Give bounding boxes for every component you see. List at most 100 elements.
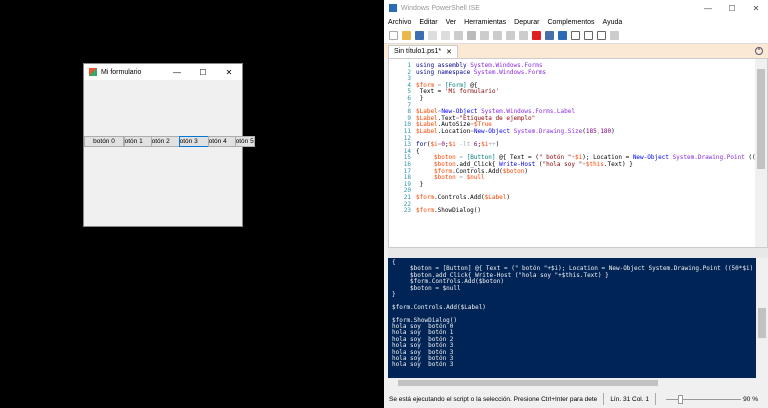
editor-scrollbar[interactable] <box>755 59 767 247</box>
status-bar: Se está ejecutando el script o la selecc… <box>384 390 768 408</box>
pane-splitter[interactable] <box>388 248 768 258</box>
maximize-button[interactable]: ☐ <box>720 4 744 13</box>
code-token: .Text) } <box>603 161 633 168</box>
code-token: .ShowDialog() <box>434 207 482 215</box>
code-line: using namespace System.Windows.Forms <box>416 69 546 76</box>
commands-icon[interactable] <box>610 31 619 40</box>
form-button-3[interactable]: botón 3 <box>179 136 209 147</box>
app-icon <box>89 68 97 76</box>
powershell-console-icon[interactable] <box>558 31 567 40</box>
console-horizontal-scrollbar[interactable] <box>388 378 768 388</box>
code-token: } <box>416 180 424 188</box>
tab-script[interactable]: Sin título1.ps1* ✕ <box>388 45 458 58</box>
code-token: } <box>416 95 424 102</box>
code-token: ) <box>611 128 615 135</box>
ise-title-bar: Windows PowerShell ISE — ☐ ✕ <box>384 0 768 16</box>
form-title: Mi formulario <box>101 68 142 76</box>
menu-item[interactable]: Depurar <box>514 19 539 26</box>
powershell-icon <box>389 4 397 12</box>
layout-right-icon[interactable] <box>584 31 593 40</box>
zoom-slider[interactable] <box>665 394 741 404</box>
stop-icon[interactable] <box>532 31 541 40</box>
cut-icon[interactable] <box>428 31 437 40</box>
code-token: $i <box>448 141 456 149</box>
form-button-5[interactable]: botón 5 <box>235 136 255 147</box>
code-token: ) <box>495 141 500 149</box>
code-token: 185 <box>585 128 597 135</box>
code-token: = <box>455 174 467 182</box>
form-button-1[interactable]: botón 1 <box>124 136 152 147</box>
code-line: $boton = $null <box>416 174 485 181</box>
zoom-level: 90 % <box>743 395 758 403</box>
menu-item[interactable]: Archivo <box>388 19 411 26</box>
menu-item[interactable]: Ayuda <box>603 19 623 26</box>
code-token: 180 <box>600 128 612 135</box>
menu-item[interactable]: Complementos <box>547 19 594 26</box>
code-token: $null <box>466 174 485 182</box>
console-pane[interactable]: { $boton = [Button] @{ Text = (" botón "… <box>388 258 756 378</box>
code-line: $Label.Location=New-Object System.Drawin… <box>416 128 615 135</box>
code-token: ) <box>506 194 510 201</box>
save-icon[interactable] <box>415 31 424 40</box>
code-token: New-Object <box>473 128 514 135</box>
code-token: -lt <box>455 141 474 149</box>
code-line: for($i=0;$i -lt 6;$i++) <box>416 141 499 148</box>
run-selection-icon[interactable] <box>519 31 528 40</box>
code-line: $form.Controls.Add($Label) <box>416 194 510 201</box>
open-icon[interactable] <box>402 31 411 40</box>
code-token: $this <box>585 161 604 168</box>
line-number: 23 <box>403 207 411 215</box>
code-token: $Label <box>416 128 438 135</box>
close-tab-icon[interactable]: ✕ <box>446 48 452 56</box>
code-token: New-Object <box>632 154 673 162</box>
script-editor[interactable]: 1 using assembly System.Windows.Forms 2 usi… <box>388 58 768 248</box>
code-line: } <box>416 180 424 188</box>
code-token: $form <box>416 194 435 201</box>
code-token: using namespace <box>416 68 474 76</box>
code-token: 'Mi formulario' <box>444 88 500 96</box>
form-window: Mi formulario —☐✕ botón 0botón 1botón 2b… <box>83 63 255 227</box>
code-token: ) <box>524 167 529 175</box>
code-token: .Controls.Add( <box>434 194 485 201</box>
run-icon[interactable] <box>506 31 515 40</box>
code-line: Text = 'Mi formulario' <box>416 88 499 95</box>
minimize-button[interactable]: — <box>696 4 720 13</box>
minimize-button[interactable]: — <box>164 68 190 77</box>
code-token: System.Drawing.Point <box>672 154 745 162</box>
status-message: Se está ejecutando el script o la selecc… <box>389 395 598 403</box>
new-icon[interactable] <box>389 31 398 40</box>
collapse-icon[interactable]: ^ <box>755 47 763 55</box>
clear-icon[interactable] <box>467 31 476 40</box>
console-line: hola soy botón 3 <box>392 361 454 369</box>
maximize-button[interactable]: ☐ <box>190 68 216 77</box>
remote-icon[interactable] <box>545 31 554 40</box>
layout-top-icon[interactable] <box>571 31 580 40</box>
code-token: "hola soy " <box>542 161 583 168</box>
form-button-2[interactable]: botón 2 <box>151 136 180 147</box>
close-button[interactable]: ✕ <box>216 68 242 77</box>
tab-label: Sin título1.ps1* <box>394 48 442 55</box>
form-button-4[interactable]: botón 4 <box>208 136 236 147</box>
redo-icon[interactable] <box>493 31 502 40</box>
cursor-position: Lín. 31 Col. 1 <box>610 395 649 403</box>
toolbar <box>384 28 768 44</box>
menu-item[interactable]: Editar <box>419 19 437 26</box>
copy-icon[interactable] <box>441 31 450 40</box>
console-vertical-scrollbar[interactable] <box>756 258 768 378</box>
menu-bar: Archivo Editar Ver Herramientas Depurar Compl… <box>384 16 768 28</box>
code-token: $i <box>430 141 438 149</box>
ise-title: Windows PowerShell ISE <box>401 4 480 12</box>
code-token: $Label <box>484 194 507 201</box>
code-line: $form.ShowDialog() <box>416 207 481 214</box>
menu-item[interactable]: Ver <box>446 19 457 26</box>
close-button[interactable]: ✕ <box>744 4 768 13</box>
layout-max-icon[interactable] <box>597 31 606 40</box>
code-token: .Location <box>437 128 471 135</box>
form-button-0[interactable]: botón 0 <box>84 136 124 147</box>
undo-icon[interactable] <box>480 31 489 40</box>
code-token: System.Windows.Forms <box>473 68 547 76</box>
code-token: $boton <box>502 167 525 175</box>
menu-item[interactable]: Herramientas <box>464 19 506 26</box>
form-title-bar: Mi formulario — ☐ ✕ <box>84 64 242 80</box>
paste-icon[interactable] <box>454 31 463 40</box>
